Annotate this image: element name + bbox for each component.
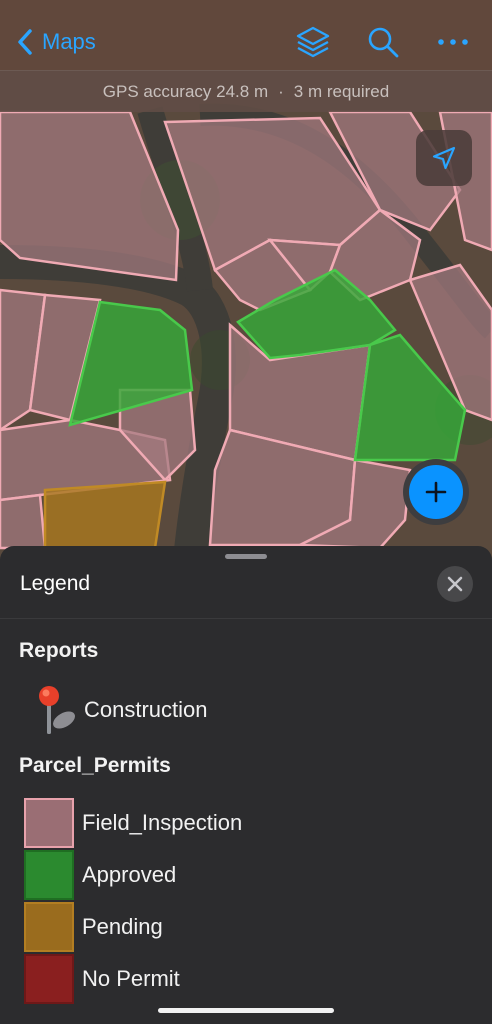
group-title-parcel-permits: Parcel_Permits bbox=[19, 754, 171, 777]
legend-item-construction: Construction bbox=[30, 682, 208, 738]
plus-icon bbox=[425, 481, 447, 503]
close-button[interactable] bbox=[437, 566, 473, 602]
back-button[interactable]: Maps bbox=[14, 27, 96, 57]
legend-title: Legend bbox=[20, 572, 91, 595]
add-feature-button[interactable] bbox=[403, 459, 469, 525]
swatch-approved bbox=[24, 850, 74, 900]
locate-button[interactable] bbox=[416, 130, 472, 186]
gps-required-text: 3 m required bbox=[293, 81, 390, 101]
legend-item-approved: Approved bbox=[24, 850, 176, 900]
location-arrow-icon bbox=[432, 146, 456, 170]
legend-item-label: Pending bbox=[82, 914, 163, 939]
divider bbox=[0, 618, 492, 619]
sheet-grabber[interactable] bbox=[225, 554, 267, 559]
search-icon[interactable] bbox=[365, 24, 401, 60]
more-icon[interactable] bbox=[435, 24, 471, 60]
swatch-field-inspection bbox=[24, 798, 74, 848]
gps-accuracy-text: GPS accuracy 24.8 m bbox=[102, 81, 269, 101]
navigation-bar: Maps bbox=[0, 0, 492, 70]
gps-accuracy-bar: GPS accuracy 24.8 m · 3 m required bbox=[0, 70, 492, 112]
legend-item-label: Construction bbox=[84, 697, 208, 722]
back-label: Maps bbox=[42, 29, 96, 54]
close-icon bbox=[447, 576, 463, 592]
layers-icon[interactable] bbox=[295, 24, 331, 60]
swatch-no-permit bbox=[24, 954, 74, 1004]
legend-item-label: No Permit bbox=[82, 966, 180, 991]
legend-item-label: Field_Inspection bbox=[82, 810, 243, 835]
legend-item-field-inspection: Field_Inspection bbox=[24, 798, 242, 848]
swatch-pending bbox=[24, 902, 74, 952]
legend-item-pending: Pending bbox=[24, 902, 163, 952]
legend-sheet: Legend Reports Construction Parcel_Permi… bbox=[0, 546, 492, 1024]
map-view[interactable]: Maps GPS accuracy 24.8 m · 3 m required bbox=[0, 0, 492, 560]
home-indicator[interactable] bbox=[158, 1008, 334, 1013]
chevron-left-icon bbox=[18, 29, 32, 55]
group-title-reports: Reports bbox=[19, 639, 99, 662]
legend-item-label: Approved bbox=[82, 862, 177, 887]
gps-separator: · bbox=[278, 81, 284, 101]
legend-item-no-permit: No Permit bbox=[24, 954, 180, 1004]
pin-icon bbox=[39, 686, 75, 734]
